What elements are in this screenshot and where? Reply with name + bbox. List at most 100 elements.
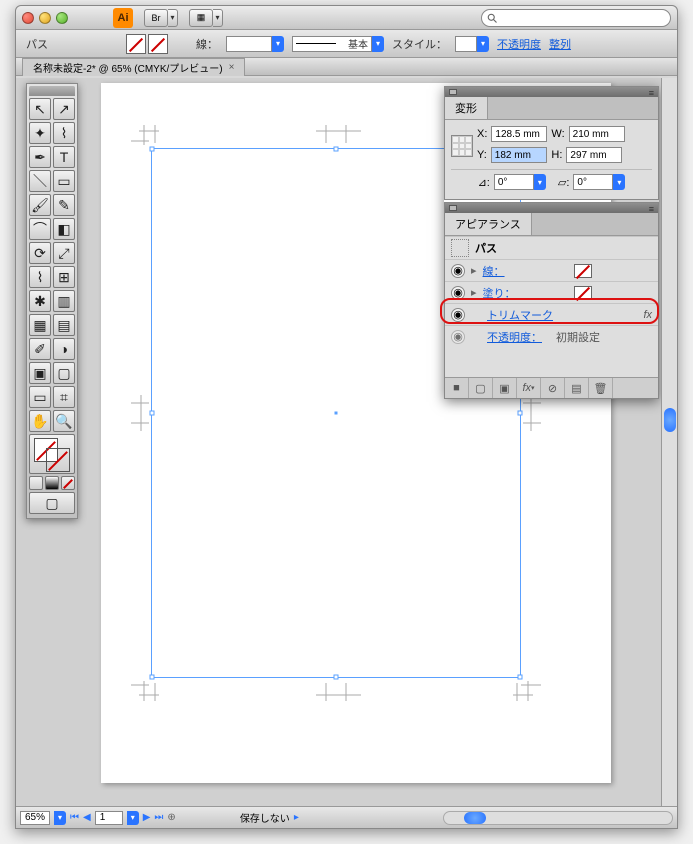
appearance-trimmarks-row[interactable]: ◉ トリムマーク fx — [445, 303, 658, 325]
shear-field[interactable] — [573, 174, 613, 190]
fill-swatch[interactable] — [126, 34, 146, 54]
gradient-mode[interactable] — [45, 476, 59, 490]
status-menu[interactable]: ▸ — [294, 812, 299, 823]
appearance-fill-swatch[interactable] — [574, 286, 592, 300]
stroke-weight-dropdown[interactable]: ▾ — [272, 36, 284, 52]
symbol-sprayer-tool[interactable]: ✱ — [29, 290, 51, 312]
stroke-weight-field[interactable] — [226, 36, 272, 52]
visibility-icon[interactable]: ◉ — [451, 308, 465, 322]
w-field[interactable] — [569, 126, 625, 142]
scale-tool[interactable]: ⤢ — [53, 242, 75, 264]
transform-panel-header[interactable]: ≡ — [445, 87, 658, 97]
appearance-opacity-label[interactable]: 不透明度： — [487, 329, 542, 345]
delete-button[interactable]: 🗑 — [589, 378, 613, 398]
shear-dropdown[interactable]: ▾ — [613, 174, 625, 190]
zoom-field[interactable]: 65% — [20, 811, 50, 825]
live-paint-selection-tool[interactable]: ▢ — [53, 362, 75, 384]
minimize-window-button[interactable] — [39, 12, 51, 24]
fill-stroke-controls[interactable] — [29, 434, 75, 474]
artboard-tool[interactable]: ▭ — [29, 386, 51, 408]
visibility-icon[interactable]: ◉ — [451, 286, 465, 300]
add-effect-button[interactable]: fx▾ — [517, 378, 541, 398]
magic-wand-tool[interactable]: ✦ — [29, 122, 51, 144]
next-page-button[interactable]: ▶ — [143, 812, 151, 823]
zoom-window-button[interactable] — [56, 12, 68, 24]
blob-brush-tool[interactable]: ⌒ — [29, 218, 51, 240]
brush-preset-dropdown[interactable]: ▾ — [372, 36, 384, 52]
direct-selection-tool[interactable]: ↗ — [53, 98, 75, 120]
new-fill-button[interactable]: ▣ — [493, 378, 517, 398]
warp-tool[interactable]: ⌇ — [29, 266, 51, 288]
x-field[interactable] — [491, 126, 547, 142]
prev-page-button[interactable]: ◀ — [83, 812, 91, 823]
first-page-button[interactable]: ⏮ — [70, 812, 79, 823]
horizontal-scroll-thumb[interactable] — [464, 812, 486, 824]
zoom-dropdown[interactable]: ▾ — [54, 811, 66, 825]
transform-tab[interactable]: 変形 — [445, 97, 488, 119]
appearance-opacity-row[interactable]: ◉ 不透明度： 初期設定 — [445, 325, 658, 347]
duplicate-button[interactable]: ▤ — [565, 378, 589, 398]
gradient-tool[interactable]: ▤ — [53, 314, 75, 336]
live-paint-tool[interactable]: ▣ — [29, 362, 51, 384]
slice-tool[interactable]: ⌗ — [53, 386, 75, 408]
appearance-stroke-row[interactable]: ◉ ▸ 線： — [445, 259, 658, 281]
zoom-tool[interactable]: 🔍 — [53, 410, 75, 432]
rotate-tool[interactable]: ⟳ — [29, 242, 51, 264]
none-mode[interactable] — [61, 476, 75, 490]
rotate-field[interactable] — [494, 174, 534, 190]
new-art-basic-button[interactable]: ■ — [445, 378, 469, 398]
appearance-stroke-label[interactable]: 線： — [483, 263, 505, 279]
opacity-link[interactable]: 不透明度 — [497, 36, 541, 52]
stroke-box[interactable] — [46, 448, 70, 472]
screen-mode[interactable]: ▢ — [29, 492, 75, 514]
last-page-button[interactable]: ⏭ — [154, 812, 163, 823]
rectangle-tool[interactable]: ▭ — [53, 170, 75, 192]
reference-point[interactable] — [451, 135, 473, 157]
appearance-fill-label[interactable]: 塗り： — [483, 285, 516, 301]
arrange-button[interactable]: ▦ — [189, 9, 213, 27]
type-tool[interactable]: T — [53, 146, 75, 168]
appearance-object-row[interactable]: パス — [445, 236, 658, 259]
graph-tool[interactable]: ▥ — [53, 290, 75, 312]
visibility-icon[interactable]: ◉ — [451, 330, 465, 344]
appearance-tab[interactable]: アピアランス — [445, 213, 532, 235]
horizontal-scrollbar[interactable] — [443, 811, 673, 825]
h-field[interactable] — [566, 147, 622, 163]
vertical-scroll-thumb[interactable] — [664, 408, 676, 432]
appearance-stroke-swatch[interactable] — [574, 264, 592, 278]
nav-button[interactable]: ⊕ — [167, 812, 175, 823]
search-field[interactable] — [481, 9, 671, 27]
eraser-tool[interactable]: ◧ — [53, 218, 75, 240]
color-mode[interactable] — [29, 476, 43, 490]
appearance-fill-row[interactable]: ◉ ▸ 塗り： — [445, 281, 658, 303]
new-stroke-button[interactable]: ▢ — [469, 378, 493, 398]
arrange-dropdown[interactable]: ▾ — [213, 9, 223, 27]
blend-tool[interactable]: ◑ — [53, 338, 75, 360]
hand-tool[interactable]: ✋ — [29, 410, 51, 432]
bridge-dropdown[interactable]: ▾ — [168, 9, 178, 27]
bridge-button[interactable]: Br — [144, 9, 168, 27]
tools-panel-header[interactable] — [29, 86, 75, 96]
page-dropdown[interactable]: ▾ — [127, 811, 139, 825]
document-tab[interactable]: 名称未設定-2* @ 65% (CMYK/プレビュー) × — [22, 58, 245, 76]
line-tool[interactable]: ＼ — [29, 170, 51, 192]
free-transform-tool[interactable]: ⊞ — [53, 266, 75, 288]
rotate-dropdown[interactable]: ▾ — [534, 174, 546, 190]
clear-button[interactable]: ⊘ — [541, 378, 565, 398]
selection-tool[interactable]: ↖ — [29, 98, 51, 120]
close-window-button[interactable] — [22, 12, 34, 24]
paintbrush-tool[interactable]: 🖌 — [29, 194, 51, 216]
eyedropper-tool[interactable]: ✐ — [29, 338, 51, 360]
stroke-swatch[interactable] — [148, 34, 168, 54]
y-field[interactable] — [491, 147, 547, 163]
page-field[interactable]: 1 — [95, 811, 123, 825]
style-dropdown[interactable]: ▾ — [477, 36, 489, 52]
pencil-tool[interactable]: ✎ — [53, 194, 75, 216]
brush-preset-field[interactable]: 基本 — [292, 36, 372, 52]
close-tab-icon[interactable]: × — [229, 62, 235, 73]
align-link[interactable]: 整列 — [549, 36, 571, 52]
appearance-panel-header[interactable]: ≡ — [445, 203, 658, 213]
style-field[interactable] — [455, 36, 477, 52]
visibility-icon[interactable]: ◉ — [451, 264, 465, 278]
pen-tool[interactable]: ✒ — [29, 146, 51, 168]
